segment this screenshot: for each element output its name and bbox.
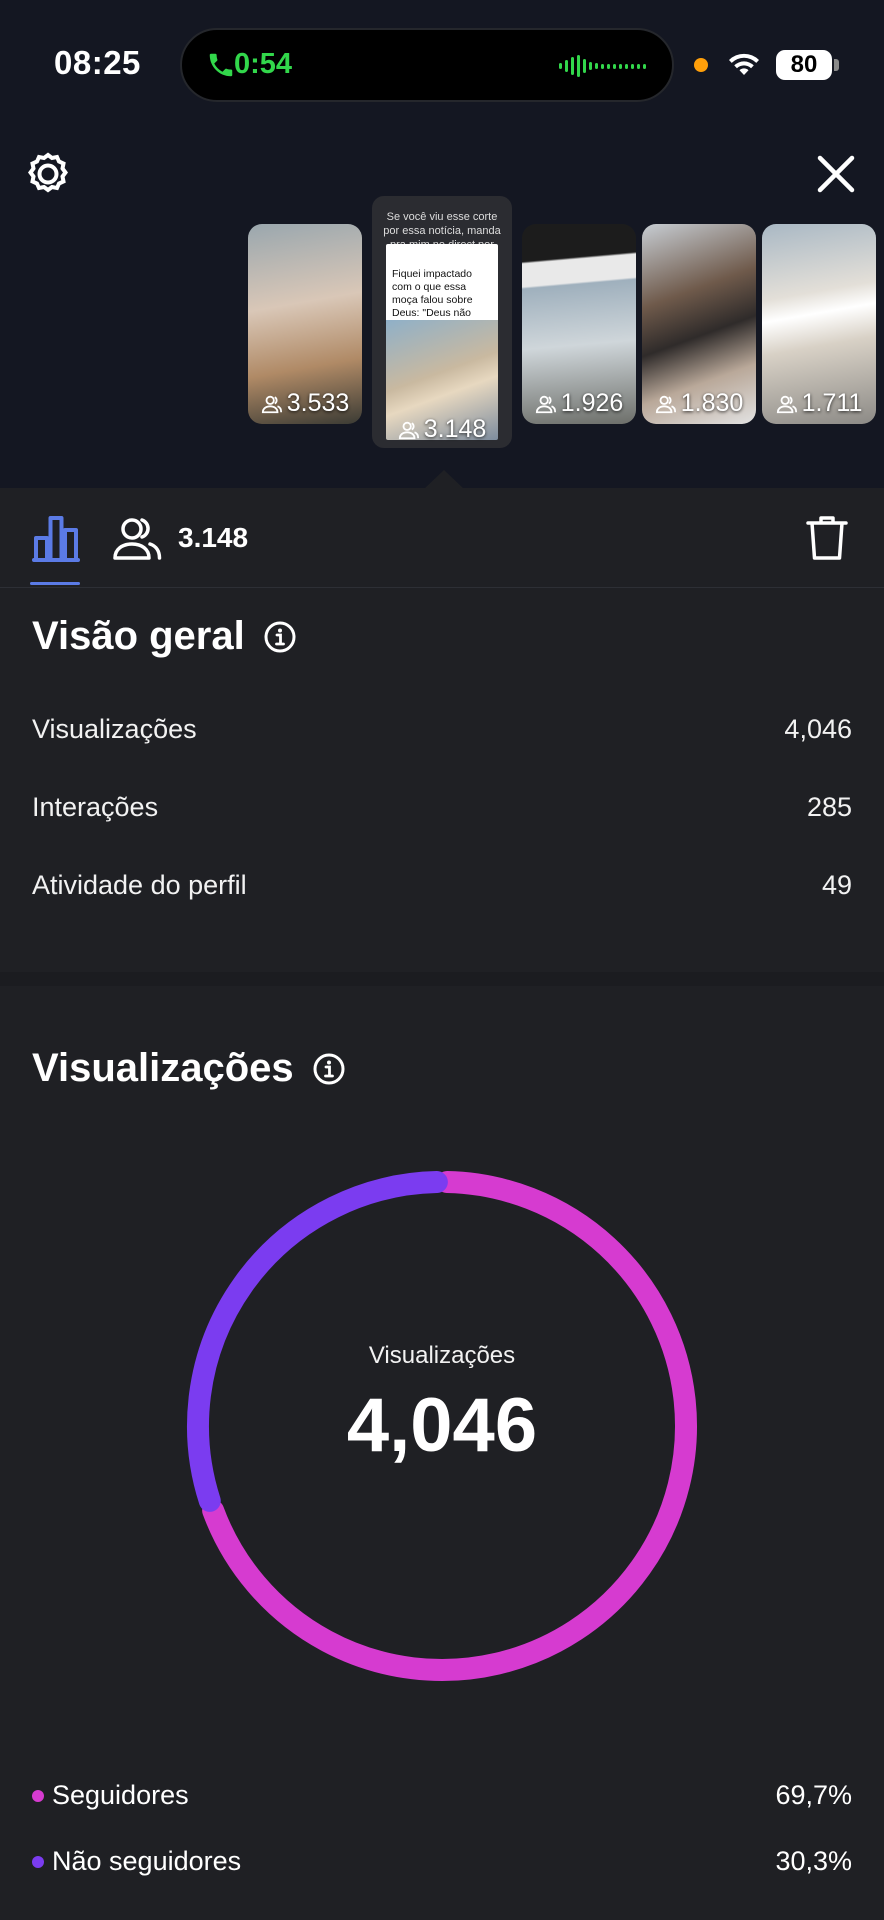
legend-dot	[32, 1789, 44, 1802]
overview-title-text: Visão geral	[32, 614, 245, 658]
row-value: 4,046	[784, 714, 852, 744]
tab-indicator	[30, 582, 80, 585]
legend-followers: Seguidores 69,7%	[32, 1780, 852, 1811]
story-thumbnail[interactable]: 3.533	[248, 224, 362, 424]
overview-row-interactions[interactable]: Interações 285	[32, 792, 852, 823]
story-viewers: 3.148	[372, 415, 512, 444]
legend-non-followers: Não seguidores 30,3%	[32, 1846, 852, 1877]
story-viewers: 1.711	[762, 389, 876, 418]
people-icon	[261, 395, 282, 413]
overview-row-views[interactable]: Visualizações 4,046	[32, 714, 852, 745]
story-thumbnail-selected[interactable]: Se você viu esse corte por essa notícia,…	[372, 196, 512, 448]
story-viewers: 1.830	[642, 389, 756, 418]
donut-label: Visualizações	[368, 1342, 516, 1369]
insights-toolbar: 3.148	[0, 488, 884, 588]
story-viewers: 1.926	[522, 389, 636, 418]
viewers-count[interactable]: 3.148	[178, 522, 248, 554]
call-duration: 0:54	[234, 48, 293, 80]
audio-wave-icon	[559, 54, 646, 78]
overview-row-profile-activity[interactable]: Atividade do perfil 49	[32, 870, 852, 901]
row-label: Visualizações	[32, 714, 197, 744]
story-thumbnail[interactable]: 1.711	[762, 224, 876, 424]
people-icon	[776, 395, 797, 413]
status-time: 08:25	[54, 44, 141, 81]
battery-indicator: 80	[776, 50, 832, 80]
story-thumbnail[interactable]: 1.926	[522, 224, 636, 424]
legend-value: 30,3%	[775, 1846, 852, 1876]
info-icon[interactable]	[312, 1052, 346, 1086]
wifi-icon	[729, 53, 759, 75]
story-viewers: 3.533	[248, 389, 362, 418]
row-label: Atividade do perfil	[32, 870, 247, 900]
battery-tip	[834, 59, 839, 71]
story-card: Fiquei impactado com o que essa moça fal…	[386, 244, 498, 440]
donut-value: 4,046	[346, 1383, 538, 1468]
mic-indicator-icon	[694, 58, 708, 72]
views-title-text: Visualizações	[32, 1046, 294, 1090]
bar-chart-icon[interactable]	[30, 512, 82, 564]
viewers-people-icon[interactable]	[112, 514, 162, 562]
legend-label: Não seguidores	[52, 1846, 242, 1876]
settings-gear-icon[interactable]	[24, 150, 72, 198]
views-title: Visualizações	[32, 1046, 346, 1091]
selection-pointer	[424, 470, 464, 489]
section-divider	[0, 972, 884, 986]
people-icon	[655, 395, 676, 413]
phone-icon	[209, 53, 233, 77]
story-card-text: Fiquei impactado com o que essa moça fal…	[386, 244, 498, 332]
people-icon	[535, 395, 556, 413]
row-value: 285	[806, 792, 852, 822]
row-label: Interações	[32, 792, 159, 822]
legend-dot	[32, 1855, 44, 1868]
legend-value: 69,7%	[775, 1780, 852, 1810]
trash-icon[interactable]	[804, 514, 850, 562]
overview-title: Visão geral	[32, 614, 297, 659]
row-value: 49	[821, 870, 852, 900]
close-icon[interactable]	[812, 150, 860, 198]
info-icon[interactable]	[263, 620, 297, 654]
legend-label: Seguidores	[52, 1780, 189, 1810]
people-icon	[398, 421, 419, 439]
story-thumbnail[interactable]: 1.830	[642, 224, 756, 424]
dynamic-island[interactable]: 0:54	[180, 28, 674, 102]
